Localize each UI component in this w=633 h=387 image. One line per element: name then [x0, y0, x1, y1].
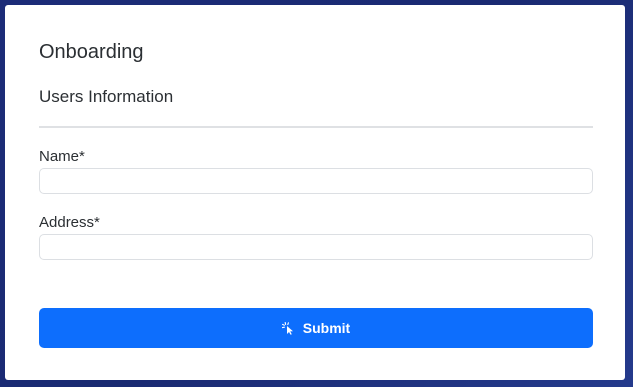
page-title: Onboarding [39, 41, 144, 63]
name-label: Name* [39, 148, 85, 165]
onboarding-card: Onboarding Users Information Name* Addre… [5, 5, 625, 380]
section-subtitle: Users Information [39, 87, 174, 106]
name-field[interactable] [39, 168, 593, 194]
address-field[interactable] [39, 234, 593, 260]
submit-button[interactable]: Submit [39, 308, 593, 348]
submit-label: Submit [302, 320, 351, 336]
section-divider [39, 126, 593, 128]
address-label: Address* [39, 214, 100, 231]
cursor-click-icon [281, 321, 295, 335]
